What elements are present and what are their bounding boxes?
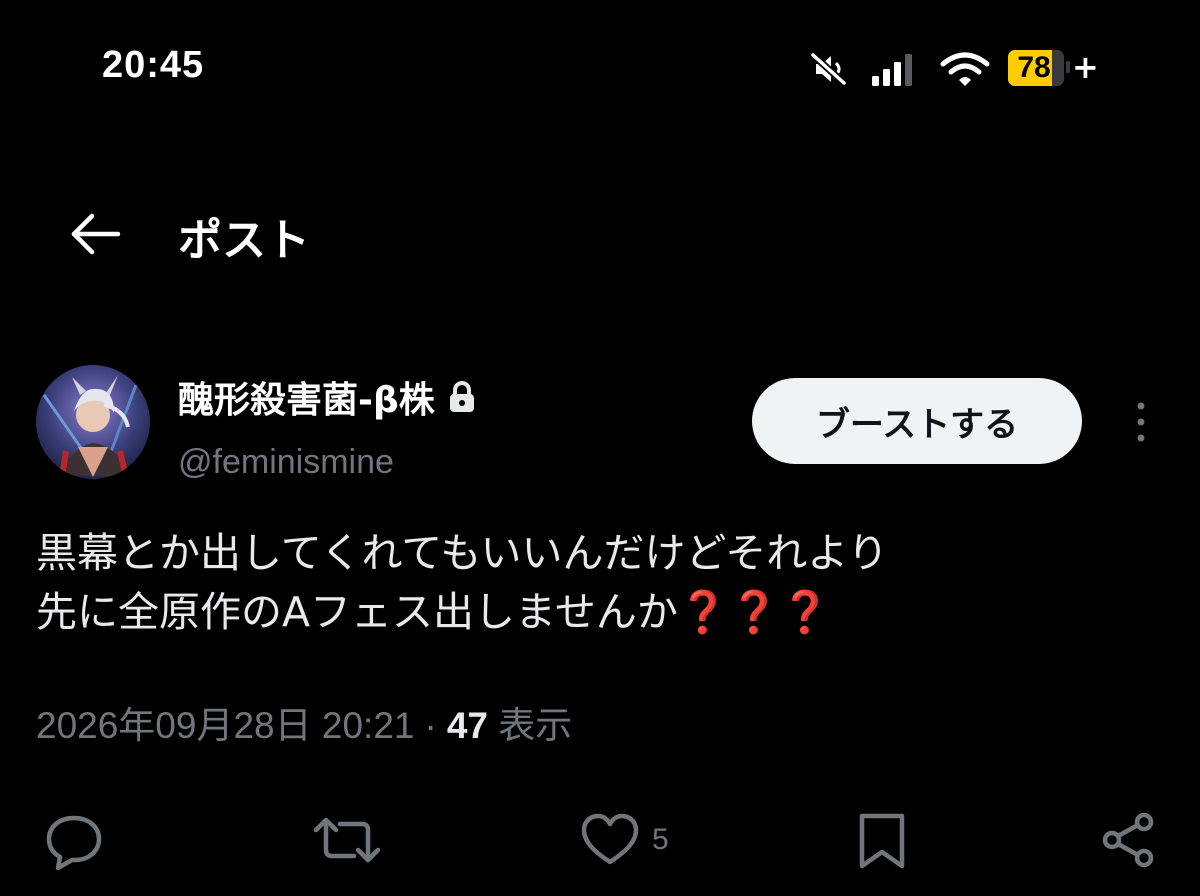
- question-marks: ❓❓❓: [677, 588, 831, 636]
- repost-icon: [313, 817, 381, 863]
- post-text-line-2: 先に全原作のAフェス出しませんか❓❓❓: [36, 583, 1166, 642]
- share-icon: [1102, 812, 1154, 868]
- mute-icon: [810, 52, 847, 86]
- wifi-icon: [940, 52, 990, 86]
- signal-icon: [872, 54, 912, 86]
- post-text-line-2-main: 先に全原作のAフェス出しませんか: [36, 588, 678, 636]
- views-label[interactable]: 表示: [498, 705, 572, 746]
- reply-icon: [46, 815, 102, 870]
- post-detail-screen: 20:45 78 + ポスト 醜形殺害菌-β株 @feminismine ブース…: [0, 0, 1200, 896]
- page-title: ポスト: [178, 215, 310, 266]
- status-icons: 78 +: [810, 48, 1110, 90]
- post-text-line-1: 黒幕とか出してくれてもいいんだけどそれより: [36, 529, 889, 577]
- like-button[interactable]: 5: [580, 810, 669, 870]
- boost-button[interactable]: ブーストする: [752, 378, 1082, 464]
- post-meta: 2026年09月28日 20:21 · 47 表示: [36, 695, 572, 749]
- display-name[interactable]: 醜形殺害菌-β株: [178, 371, 435, 423]
- more-options-icon[interactable]: [1126, 400, 1156, 444]
- status-time: 20:45: [102, 44, 205, 86]
- avatar[interactable]: [36, 365, 150, 479]
- like-count: 5: [652, 823, 669, 856]
- bookmark-icon: [859, 813, 905, 869]
- post-timestamp[interactable]: 2026年09月28日 20:21: [36, 705, 415, 746]
- views-count[interactable]: 47: [447, 705, 488, 746]
- user-handle[interactable]: @feminismine: [178, 443, 394, 482]
- reply-button[interactable]: [44, 810, 104, 870]
- share-button[interactable]: [1098, 810, 1158, 870]
- battery-nub: [1066, 61, 1070, 73]
- meta-separator: ·: [424, 705, 437, 746]
- battery-icon: 78: [1008, 50, 1064, 86]
- arrow-left-icon[interactable]: [68, 210, 124, 258]
- battery-level: 78: [1017, 51, 1051, 84]
- repost-button[interactable]: [312, 810, 382, 870]
- charging-indicator: +: [1072, 48, 1099, 86]
- heart-icon: [581, 813, 639, 865]
- lock-icon: [449, 381, 474, 412]
- bookmark-button[interactable]: [852, 810, 912, 870]
- post-text: 黒幕とか出してくれてもいいんだけどそれより 先に全原作のAフェス出しませんか❓❓…: [36, 524, 1166, 642]
- author-name-row[interactable]: 醜形殺害菌-β株: [178, 372, 477, 422]
